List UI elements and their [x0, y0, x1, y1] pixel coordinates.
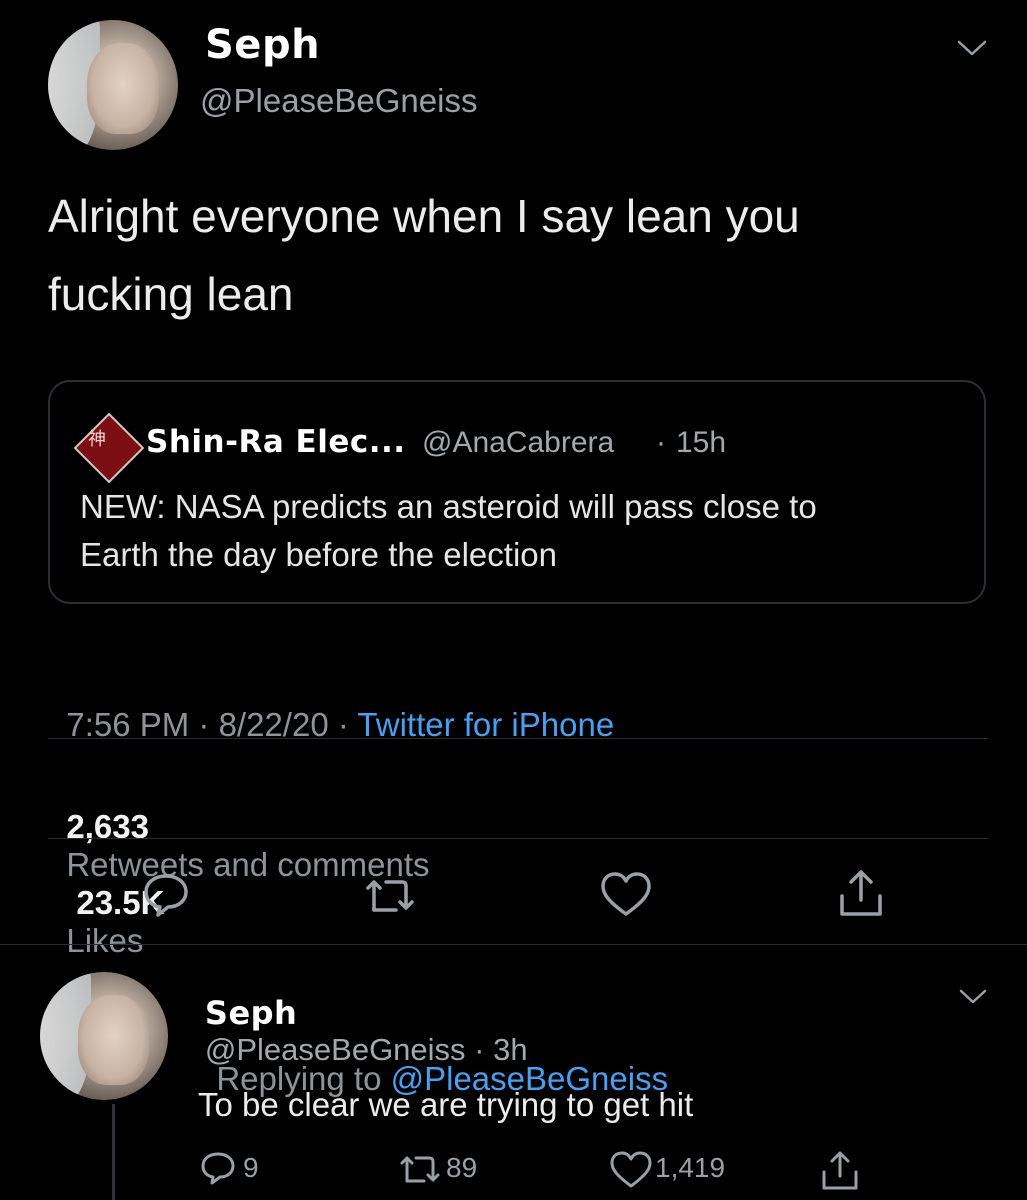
retweet-icon[interactable] — [360, 872, 422, 918]
reply-count: 9 — [243, 1152, 259, 1183]
heart-icon[interactable] — [598, 870, 654, 920]
tweet-text-line-2: fucking lean — [48, 268, 294, 320]
quoted-text-line-2: Earth the day before the election — [80, 536, 557, 573]
author-display-name[interactable]: Seph — [205, 22, 320, 68]
quoted-handle[interactable]: @AnaCabrera — [422, 426, 614, 460]
quoted-avatar[interactable]: 神 — [73, 412, 145, 484]
comment-icon[interactable] — [140, 868, 192, 920]
quoted-separator: · — [656, 426, 666, 459]
quoted-text-line-1: NEW: NASA predicts an asteroid will pass… — [80, 488, 817, 525]
thread-line — [112, 1104, 115, 1200]
chevron-down-icon[interactable] — [955, 36, 989, 60]
quoted-age: 15h — [676, 426, 727, 459]
reply-comment-icon[interactable] — [198, 1148, 238, 1188]
share-icon[interactable] — [834, 866, 888, 922]
reply-retweet-count: 89 — [446, 1152, 478, 1183]
author-handle[interactable]: @PleaseBeGneiss — [200, 82, 477, 120]
tweet-timestamp-row: 7:56 PM · 8/22/20 · Twitter for iPhone — [48, 668, 614, 744]
tweet-stats-row: 2,633 Retweets and comments 23.5K Likes — [48, 770, 429, 960]
quoted-display-name[interactable]: Shin-Ra Elec... — [146, 424, 406, 460]
reply-heart-icon[interactable] — [608, 1150, 654, 1190]
divider — [0, 944, 1027, 945]
divider — [48, 738, 988, 739]
likes-label[interactable]: Likes — [66, 922, 143, 959]
reply-author-avatar[interactable] — [40, 972, 168, 1100]
author-avatar[interactable] — [48, 20, 178, 150]
tweet-text-line-1: Alright everyone when I say lean you — [48, 190, 800, 242]
shinra-logo-icon: 神 — [88, 429, 106, 450]
reply-share-icon[interactable] — [818, 1148, 862, 1194]
reply-like-count: 1,419 — [655, 1152, 726, 1183]
reply-chevron-down-icon[interactable] — [957, 986, 989, 1008]
reply-retweet-icon[interactable] — [396, 1150, 446, 1188]
retweets-count[interactable]: 2,633 — [66, 808, 149, 845]
reply-text: To be clear we are trying to get hit — [198, 1086, 694, 1123]
divider — [48, 838, 988, 839]
